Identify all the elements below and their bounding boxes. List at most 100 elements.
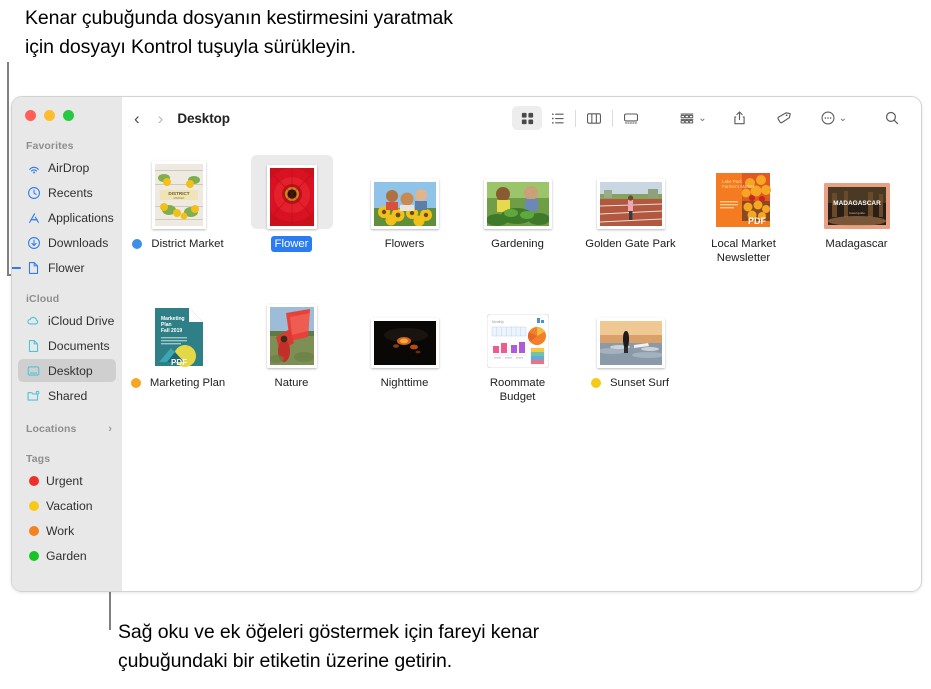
close-button[interactable] (25, 110, 36, 121)
sidebar-item-airdrop[interactable]: AirDrop (18, 156, 116, 179)
file-item-local-market-newsletter[interactable]: Lake Park Farmer's Market PDF Local Mark… (687, 145, 800, 266)
sidebar-item-downloads[interactable]: Downloads (18, 231, 116, 254)
svg-text:Farmer's Market: Farmer's Market (722, 184, 755, 189)
sidebar-item-shared[interactable]: Shared (18, 384, 116, 407)
caption-bottom: Sağ oku ve ek öğeleri göstermek için far… (118, 621, 540, 672)
sidebar-section-label: Locations (26, 423, 77, 435)
file-label-row: Flowers (381, 236, 429, 252)
thumbnail: Monthly (477, 294, 559, 368)
file-label-row: Nature (271, 375, 313, 391)
file-item-nature[interactable]: Nature (235, 284, 348, 405)
tag-icon[interactable] (769, 106, 799, 130)
toolbar-divider (612, 109, 614, 127)
file-label: Gardening (491, 238, 544, 250)
main-pane: ‹ › Desktop ⌄ ⌄ DISTRICT MARKET District… (122, 97, 921, 591)
column-view-icon[interactable] (579, 106, 609, 130)
thumbnail: Lake Park Farmer's Market PDF (703, 155, 785, 229)
file-label: Sunset Surf (609, 377, 670, 389)
sidebar-item-label: Work (46, 523, 75, 538)
sidebar-item-label: Shared (48, 388, 88, 403)
thumbnail (364, 155, 446, 229)
svg-text:Fall 2019: Fall 2019 (161, 328, 182, 334)
file-label: Flower (270, 236, 313, 252)
document-icon (26, 338, 41, 353)
sidebar-item-tag-vacation[interactable]: Vacation (18, 494, 116, 517)
sidebar-item-label: Urgent (46, 473, 83, 488)
sidebar-item-applications[interactable]: Applications (18, 206, 116, 229)
file-item-gardening[interactable]: Gardening (461, 145, 574, 266)
sidebar-item-label: Applications (48, 210, 114, 225)
list-view-icon[interactable] (542, 106, 572, 130)
file-item-sunset-surf[interactable]: Sunset Surf (574, 284, 687, 405)
svg-text:travel guide: travel guide (849, 211, 865, 215)
search-icon[interactable] (877, 106, 907, 130)
file-item-marketing-plan[interactable]: Marketing Plan Fall 2019 PDF Marketing P… (122, 284, 235, 405)
back-button[interactable]: ‹ (134, 110, 140, 127)
shared-folder-icon (26, 388, 41, 403)
zoom-button[interactable] (63, 110, 74, 121)
sidebar-item-tag-urgent[interactable]: Urgent (18, 469, 116, 492)
chevron-right-icon[interactable]: › (108, 423, 112, 435)
chevron-down-icon[interactable]: ⌄ (698, 113, 706, 124)
local-market-newsletter-thumbnail: Lake Park Farmer's Market PDF (715, 173, 771, 227)
caption-top: Kenar çubuğunda dosyanın kestirmesini ya… (25, 7, 453, 58)
file-label-row: Gardening (487, 236, 548, 252)
sidebar-section-tags: Tags (12, 451, 122, 467)
sidebar-item-flower[interactable]: Flower (12, 256, 116, 279)
icon-view-icon[interactable] (512, 106, 543, 130)
nighttime-thumbnail (370, 318, 439, 368)
finder-window: Favorites AirDrop Recents Applications D… (11, 96, 922, 592)
sidebar-item-label: AirDrop (48, 160, 90, 175)
minimize-button[interactable] (44, 110, 55, 121)
sidebar-section-locations[interactable]: Locations › (12, 421, 122, 437)
file-label: Nature (274, 377, 309, 389)
applications-icon (26, 210, 41, 225)
clock-icon (26, 185, 41, 200)
sidebar: Favorites AirDrop Recents Applications D… (12, 97, 122, 591)
file-item-flowers[interactable]: Flowers (348, 145, 461, 266)
file-item-flower[interactable]: Flower (235, 145, 348, 266)
sidebar-section-favorites: Favorites (12, 138, 122, 154)
sidebar-section-label: Favorites (26, 140, 74, 152)
file-label-row: District Market (129, 236, 227, 252)
svg-text:MADAGASCAR: MADAGASCAR (833, 200, 881, 207)
file-label-row: Golden Gate Park (581, 236, 679, 252)
sidebar-section-icloud: iCloud (12, 291, 122, 307)
file-item-nighttime[interactable]: Nighttime (348, 284, 461, 405)
file-item-district-market[interactable]: DISTRICT MARKET District Market (122, 145, 235, 266)
svg-text:PDF: PDF (748, 216, 767, 226)
golden-gate-park-thumbnail (596, 179, 665, 229)
forward-button[interactable]: › (158, 110, 164, 127)
roommate-budget-thumbnail: Monthly (486, 314, 549, 368)
file-label: Local Market Newsletter (711, 238, 776, 264)
svg-text:DISTRICT: DISTRICT (168, 191, 189, 196)
flowers-thumbnail (370, 179, 439, 229)
download-icon (26, 235, 41, 250)
gallery-view-icon[interactable] (616, 106, 646, 130)
action-group: ⌄ ⌄ (672, 106, 851, 130)
sidebar-item-tag-work[interactable]: Work (18, 519, 116, 542)
tag-dot-icon (29, 500, 39, 511)
sidebar-item-label: Recents (48, 185, 93, 200)
file-label-row: Sunset Surf (588, 375, 673, 391)
sidebar-item-recents[interactable]: Recents (18, 181, 116, 204)
sidebar-item-label: Vacation (46, 498, 93, 513)
sidebar-item-tag-garden[interactable]: Garden (18, 544, 116, 567)
cloud-icon (26, 313, 41, 328)
file-label: Nighttime (380, 377, 429, 389)
gardening-thumbnail (483, 179, 552, 229)
file-label: Roommate Budget (489, 377, 546, 403)
sidebar-item-icloud-drive[interactable]: iCloud Drive (18, 309, 116, 332)
file-label: Marketing Plan (149, 377, 226, 389)
file-item-roommate-budget[interactable]: Monthly Roommate Budget (461, 284, 574, 405)
chevron-down-icon[interactable]: ⌄ (839, 113, 847, 124)
view-mode-group (512, 106, 646, 130)
sidebar-item-label: Downloads (48, 235, 109, 250)
file-label-row: Local Market Newsletter (707, 236, 780, 266)
file-item-golden-gate-park[interactable]: Golden Gate Park (574, 145, 687, 266)
sidebar-item-documents[interactable]: Documents (18, 334, 116, 357)
sidebar-item-desktop[interactable]: Desktop (18, 359, 116, 382)
airdrop-icon (26, 160, 41, 175)
file-item-madagascar[interactable]: MADAGASCAR travel guide Madagascar (800, 145, 913, 266)
share-icon[interactable] (725, 106, 755, 130)
